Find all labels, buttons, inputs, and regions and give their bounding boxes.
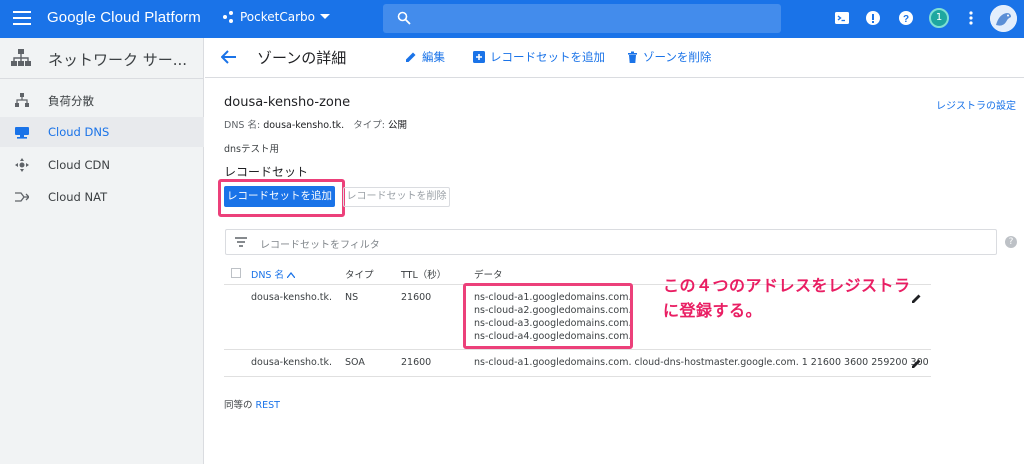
sidebar-header: ネットワーク サー... — [0, 38, 203, 79]
column-label: DNS 名 — [251, 270, 284, 281]
add-box-icon — [473, 51, 485, 63]
annotation-line-2: に登録する。 — [663, 301, 763, 320]
network-services-icon — [11, 49, 31, 66]
dns-name-label: DNS 名: — [224, 120, 261, 131]
column-header-type: タイプ — [345, 270, 374, 281]
add-recordset-label: レコードセットを追加 — [490, 50, 605, 64]
column-header-dns-name[interactable]: DNS 名 — [251, 267, 296, 281]
add-recordset-header-button[interactable]: レコードセットを追加 — [473, 49, 605, 65]
sidebar-item-cloud-nat[interactable]: Cloud NAT — [0, 182, 204, 212]
rest-equivalent: 同等の REST — [224, 397, 280, 411]
row1-dns: dousa-kensho.tk. — [251, 292, 332, 303]
project-icon — [223, 11, 235, 23]
row1-type: NS — [345, 292, 359, 303]
sidebar-item-cloud-dns[interactable]: Cloud DNS — [0, 117, 204, 147]
cloud-shell-icon[interactable] — [834, 10, 850, 26]
delete-zone-button[interactable]: ゾーンを削除 — [627, 49, 711, 65]
sidebar-item-cloud-cdn[interactable]: Cloud CDN — [0, 150, 204, 180]
page-header: ゾーンの詳細 編集 レコードセットを追加 ゾーンを削除 — [205, 38, 1024, 78]
column-header-ttl: TTL（秒） — [401, 270, 447, 281]
sidebar: ネットワーク サー... 負荷分散 Cloud DNS Cloud CDN Cl… — [0, 38, 204, 464]
edit-row2-icon[interactable] — [911, 358, 922, 369]
rest-prefix: 同等の — [224, 400, 253, 411]
nat-icon — [15, 192, 29, 202]
sidebar-title: ネットワーク サー... — [48, 51, 188, 69]
pencil-icon — [406, 52, 416, 62]
sort-arrow-up-icon — [286, 271, 296, 279]
type-label: タイプ: — [353, 120, 385, 131]
rest-link[interactable]: REST — [256, 400, 280, 411]
highlight-box-add-button — [218, 179, 345, 217]
sidebar-item-label: Cloud DNS — [48, 125, 110, 139]
filter-placeholder: レコードセットをフィルタ — [260, 240, 380, 251]
project-selector[interactable]: PocketCarbo — [223, 10, 330, 24]
edit-button[interactable]: 編集 — [405, 49, 445, 65]
zone-description: dnsテスト用 — [224, 144, 280, 155]
row1-ttl: 21600 — [401, 292, 432, 303]
dns-name-value: dousa-kensho.tk. — [263, 120, 345, 131]
back-arrow-icon[interactable] — [221, 50, 237, 64]
search-icon — [397, 11, 411, 25]
row2-dns: dousa-kensho.tk. — [251, 357, 332, 368]
notification-badge[interactable]: 1 — [929, 8, 949, 28]
sidebar-item-label: Cloud CDN — [48, 158, 110, 172]
page-title: ゾーンの詳細 — [257, 49, 347, 67]
divider — [224, 376, 931, 377]
dns-icon — [15, 127, 29, 139]
menu-icon[interactable] — [13, 11, 31, 25]
annotation-line-1: この４つのアドレスをレジストラ — [663, 276, 911, 295]
project-name: PocketCarbo — [240, 10, 315, 24]
load-balancing-icon — [15, 93, 29, 107]
search-input[interactable] — [383, 4, 781, 33]
row2-type: SOA — [345, 357, 365, 368]
type-value: 公開 — [388, 120, 408, 131]
filter-help-icon[interactable]: ? — [1005, 236, 1017, 248]
trash-icon — [628, 51, 637, 63]
top-bar: Google Cloud Platform PocketCarbo ? 1 — [0, 0, 1024, 38]
annotation-text: この４つのアドレスをレジストラ に登録する。 — [663, 273, 963, 323]
row2-ttl: 21600 — [401, 357, 432, 368]
divider — [224, 349, 931, 350]
filter-input[interactable]: レコードセットをフィルタ — [225, 229, 997, 255]
alert-icon[interactable] — [865, 10, 881, 26]
recordsets-heading: レコードセット — [224, 165, 309, 179]
chevron-down-icon — [319, 14, 330, 19]
sidebar-item-load-balancing[interactable]: 負荷分散 — [0, 85, 204, 115]
sidebar-item-label: Cloud NAT — [48, 190, 108, 204]
edit-label: 編集 — [422, 50, 445, 64]
avatar[interactable] — [990, 5, 1017, 32]
zone-name: dousa-kensho-zone — [224, 95, 351, 110]
cdn-icon — [15, 158, 29, 172]
column-header-data: データ — [474, 270, 503, 281]
sidebar-item-label: 負荷分散 — [48, 94, 94, 108]
filter-icon — [235, 237, 247, 247]
avatar-bird-icon — [990, 5, 1017, 32]
svg-text:?: ? — [903, 14, 909, 25]
delete-zone-label: ゾーンを削除 — [643, 50, 712, 64]
registrar-settings-link[interactable]: レジストラの設定 — [936, 97, 1016, 112]
more-vert-icon[interactable] — [963, 10, 979, 26]
highlight-box-ns-records — [463, 283, 633, 349]
help-icon[interactable]: ? — [898, 10, 914, 26]
brand-title[interactable]: Google Cloud Platform — [47, 9, 201, 26]
delete-recordset-button: レコードセットを削除 — [343, 187, 450, 207]
select-all-checkbox[interactable] — [231, 268, 241, 278]
row2-data: ns-cloud-a1.googledomains.com. cloud-dns… — [474, 357, 929, 368]
zone-meta: DNS 名: dousa-kensho.tk. タイプ: 公開 — [224, 117, 407, 131]
